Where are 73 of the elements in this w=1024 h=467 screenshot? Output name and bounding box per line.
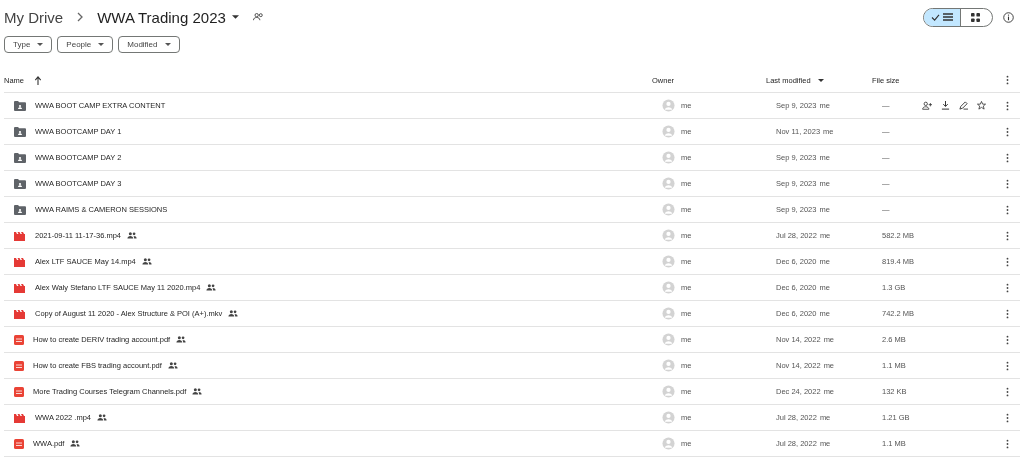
avatar-icon [662,177,675,190]
video-file-icon [14,256,26,267]
avatar-icon [662,411,675,424]
avatar-icon [662,151,675,164]
more-options-button[interactable] [1004,282,1010,293]
shared-people-icon [167,362,178,369]
more-options-button[interactable] [1004,256,1010,267]
avatar-icon [662,437,675,450]
caret-icon [231,15,239,19]
star-icon[interactable] [977,101,986,110]
caret-icon [817,78,824,82]
pdf-file-icon [14,438,24,449]
shared-people-icon [70,440,81,447]
caret-icon [98,43,105,46]
avatar-icon [662,333,675,346]
filter-chip[interactable]: Modified [118,36,180,53]
avatar-icon [662,255,675,268]
sort-arrow-icon [34,75,42,85]
list-icon [943,13,953,21]
shared-people-icon [176,336,187,343]
pdf-file-icon [14,386,24,397]
shared-people-icon [206,284,217,291]
shared-people-icon [192,388,203,395]
avatar-icon [662,203,675,216]
more-options-button[interactable] [1004,438,1010,449]
more-options-button[interactable] [1004,152,1010,163]
avatar-icon [662,385,675,398]
filter-chip[interactable]: Type [4,36,53,53]
more-options-button[interactable] [1004,100,1010,111]
shared-people-icon [97,414,107,421]
pdf-file-icon [14,334,24,345]
video-file-icon [14,308,26,319]
info-icon[interactable] [1003,11,1014,23]
more-options-button[interactable] [1004,230,1010,241]
shared-people-icon [228,310,239,317]
more-options-button[interactable] [1004,412,1010,423]
breadcrumb-item[interactable]: My Drive [4,8,64,26]
pdf-file-icon [14,360,24,371]
video-file-icon [14,412,26,423]
rename-icon[interactable] [959,101,968,110]
video-file-icon [14,230,26,241]
avatar-icon [662,125,675,138]
avatar-icon [662,307,675,320]
shared-folder-icon [14,100,26,111]
shared-folder-icon [14,126,26,137]
avatar-icon [662,229,675,242]
shared-folder-icon [14,204,26,215]
more-options-button[interactable] [1004,334,1010,345]
download-icon[interactable] [941,101,950,110]
caret-icon [164,43,171,46]
list-view-button[interactable] [924,8,960,26]
caret-icon [37,43,44,46]
more-options-button[interactable] [1004,386,1010,397]
more-options-button[interactable] [1004,75,1010,85]
video-file-icon [14,282,26,293]
breadcrumb-item[interactable]: WWA Trading 2023 [97,8,239,26]
shared-folder-icon [14,178,26,189]
shared-people-icon [127,232,138,239]
checkmark-icon [931,13,940,21]
more-options-button[interactable] [1004,178,1010,189]
avatar-icon [662,359,675,372]
grid-icon [971,12,980,22]
filter-chip[interactable]: People [57,36,114,53]
more-options-button[interactable] [1004,360,1010,371]
chevron-right-icon [77,12,84,22]
more-options-button[interactable] [1004,204,1010,215]
shared-people-icon [141,258,152,265]
avatar-icon [662,281,675,294]
avatar-icon [662,99,675,112]
shared-folder-icon [14,152,26,163]
more-options-button[interactable] [1004,308,1010,319]
more-options-button[interactable] [1004,126,1010,137]
share-icon[interactable] [922,101,932,110]
